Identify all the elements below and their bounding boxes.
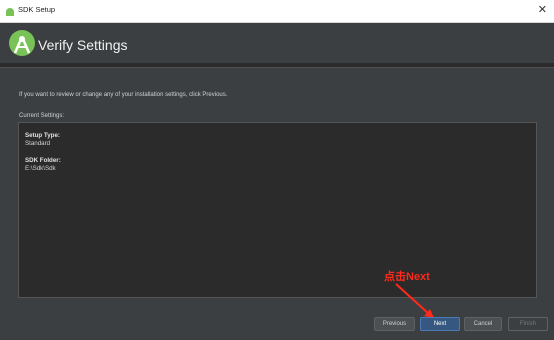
current-settings-label: Current Settings: [19,113,65,119]
next-button-label: Next [433,321,447,327]
previous-button-label: Previous [382,321,407,327]
android-studio-logo-icon [9,30,35,56]
android-studio-small-icon [6,8,14,16]
finish-button-label: Finish [519,321,536,327]
header-divider [0,67,554,68]
annotation-text: 点击Next [384,271,430,283]
page-title: Verify Settings [38,37,128,53]
cancel-button-label: Cancel [473,321,493,327]
window-title: SDK Setup [18,5,56,14]
settings-panel [18,122,537,298]
finish-button[interactable]: Finish [508,317,548,331]
close-icon[interactable]: ✕ [538,3,547,17]
sdk-folder-value: E:\Sdk\Sdk [25,165,56,172]
title-bar: SDK Setup ✕ [0,0,554,23]
setup-type-label: Setup Type: [25,132,60,139]
next-button[interactable]: Next [420,317,460,331]
sdk-folder-label: SDK Folder: [25,157,61,164]
cancel-button[interactable]: Cancel [464,317,502,331]
setup-type-value: Standard [25,140,51,147]
previous-button[interactable]: Previous [374,317,415,331]
intro-text: If you want to review or change any of y… [19,92,228,98]
